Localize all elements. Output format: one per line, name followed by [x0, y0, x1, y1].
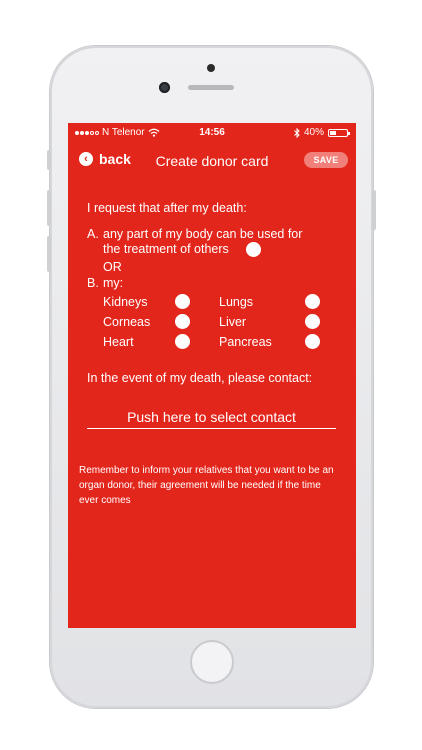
status-right: 40% [294, 127, 350, 138]
select-contact-button[interactable]: Push here to select contact [87, 409, 336, 429]
front-camera-icon [159, 82, 170, 93]
organ-pancreas-label: Pancreas [219, 335, 272, 349]
reminder-note: Remember to inform your relatives that y… [79, 465, 334, 506]
navigation-bar: ‹ back Create donor card SAVE [68, 145, 356, 175]
battery-percent: 40% [303, 127, 324, 138]
contact-prompt: In the event of my death, please contact… [87, 371, 313, 385]
volume-down-button [47, 236, 51, 272]
organ-corneas-radio[interactable] [175, 314, 190, 329]
organ-lungs-radio[interactable] [305, 294, 320, 309]
organ-kidneys-label: Kidneys [103, 295, 148, 309]
app-screen: N Telenor 14:56 40% ‹ back Create donor … [68, 123, 356, 628]
organ-heart-label: Heart [103, 335, 134, 349]
save-button[interactable]: SAVE [304, 152, 348, 168]
form-intro: I request that after my death: [87, 201, 247, 215]
power-button [372, 190, 376, 230]
organ-kidneys-radio[interactable] [175, 294, 190, 309]
organ-pancreas-radio[interactable] [305, 334, 320, 349]
option-a-line2: the treatment of others [103, 242, 229, 256]
volume-up-button [47, 190, 51, 226]
status-bar: N Telenor 14:56 40% [68, 123, 356, 141]
bluetooth-icon [294, 127, 300, 138]
organ-liver-radio[interactable] [305, 314, 320, 329]
option-a-radio[interactable] [246, 242, 261, 257]
organ-liver-label: Liver [219, 315, 247, 329]
organ-corneas-label: Corneas [103, 315, 151, 329]
earpiece-speaker [188, 85, 234, 90]
battery-icon [328, 128, 350, 137]
option-b-letter: B. [87, 276, 99, 290]
option-a-line1: any part of my body can be used for [103, 227, 303, 241]
organ-lungs-label: Lungs [219, 295, 254, 309]
option-b-label: my: [103, 276, 124, 290]
or-label: OR [103, 260, 122, 274]
option-a-letter: A. [87, 227, 99, 241]
mute-switch [47, 150, 51, 170]
organ-heart-radio[interactable] [175, 334, 190, 349]
home-button[interactable] [190, 640, 234, 684]
proximity-sensor [207, 64, 215, 72]
